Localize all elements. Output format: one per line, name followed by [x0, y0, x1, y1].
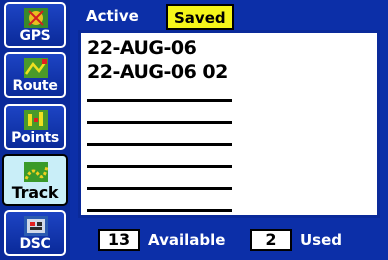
sidebar-item-label: Track: [11, 183, 59, 202]
points-icon: [24, 110, 48, 130]
gps-icon: [24, 8, 48, 28]
route-icon: [24, 58, 48, 78]
sidebar-item-label: Route: [12, 78, 58, 94]
track-icon: [24, 162, 48, 182]
sidebar-item-label: DSC: [19, 236, 51, 252]
sidebar-item-route[interactable]: Route: [4, 52, 66, 98]
used-label: Used: [300, 231, 343, 249]
available-label: Available: [148, 231, 226, 249]
sidebar-item-label: Points: [11, 130, 59, 146]
sidebar-item-dsc[interactable]: DSC: [4, 210, 66, 256]
sidebar-item-label: GPS: [19, 28, 51, 44]
empty-slot: [87, 99, 232, 102]
dsc-icon: [24, 216, 48, 236]
track-log-screen: GPS Route Points Track DSC Active Saved …: [0, 0, 388, 260]
empty-slot: [87, 143, 232, 146]
sidebar: GPS Route Points Track DSC: [0, 0, 70, 260]
available-count: 13: [98, 229, 140, 251]
empty-slot: [87, 121, 232, 124]
sidebar-item-track[interactable]: Track: [2, 154, 68, 206]
empty-slot: [87, 209, 232, 212]
empty-slot: [87, 187, 232, 190]
sidebar-item-gps[interactable]: GPS: [4, 2, 66, 48]
list-item[interactable]: 22-AUG-06 02: [87, 61, 228, 83]
saved-tracks-list: 22-AUG-06 22-AUG-06 02: [78, 30, 380, 218]
tab-saved[interactable]: Saved: [166, 4, 234, 30]
sidebar-item-points[interactable]: Points: [4, 104, 66, 150]
used-count: 2: [250, 229, 292, 251]
empty-slot: [87, 165, 232, 168]
tab-active[interactable]: Active: [80, 4, 170, 30]
list-item[interactable]: 22-AUG-06: [87, 37, 197, 59]
footer: 13 Available 2 Used: [78, 224, 380, 256]
